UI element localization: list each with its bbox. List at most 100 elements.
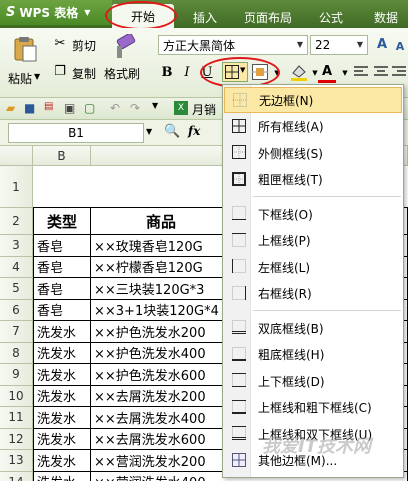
pdf-icon[interactable]: ▤ bbox=[44, 101, 53, 112]
paste-button[interactable]: 粘贴 ▼ bbox=[6, 34, 44, 88]
font-size-select[interactable]: 22 ▼ bbox=[310, 35, 368, 55]
copy-button[interactable]: 复制 bbox=[72, 65, 96, 82]
tab-formulas[interactable]: 公式 bbox=[308, 6, 354, 28]
row-header[interactable]: 14 bbox=[0, 471, 33, 481]
row-header[interactable]: 6 bbox=[0, 299, 33, 321]
cell-type[interactable]: 香皂 bbox=[33, 278, 91, 300]
menu-item-top-thick-bottom-border[interactable]: 上框线和粗下框线(C) bbox=[224, 395, 402, 421]
menu-item-label: 粗匣框线(T) bbox=[258, 173, 323, 187]
save-icon[interactable]: ■ bbox=[24, 101, 35, 115]
outside-borders-icon bbox=[232, 145, 246, 159]
menu-item-outside-borders[interactable]: 外侧框线(S) bbox=[224, 140, 402, 166]
cut-button[interactable]: 剪切 bbox=[72, 37, 96, 54]
menu-item-top-bottom-border[interactable]: 上下框线(D) bbox=[224, 368, 402, 394]
redo-icon[interactable]: ↷ bbox=[130, 101, 140, 115]
cell-type[interactable]: 洗发水 bbox=[33, 450, 91, 472]
format-painter-button[interactable]: 格式刷 bbox=[104, 65, 140, 82]
cell-type[interactable]: 香皂 bbox=[33, 256, 91, 278]
menu-item-label: 外侧框线(S) bbox=[258, 146, 323, 161]
menu-item-thick-bottom-border[interactable]: 粗底框线(H) bbox=[224, 342, 402, 368]
tab-data[interactable]: 数据 bbox=[364, 6, 408, 28]
cell-type[interactable]: 洗发水 bbox=[33, 321, 91, 343]
font-color-button[interactable]: A bbox=[318, 64, 336, 83]
cell-type[interactable]: 洗发水 bbox=[33, 428, 91, 450]
title-bar: S WPS 表格 ▼ 开始 插入 页面布局 公式 数据 bbox=[0, 0, 408, 30]
cell-type[interactable]: 洗发水 bbox=[33, 385, 91, 407]
undo-icon[interactable]: ↶ bbox=[110, 101, 120, 115]
menu-item-label: 所有框线(A) bbox=[258, 120, 324, 134]
menu-item-label: 上框线和粗下框线(C) bbox=[258, 401, 372, 415]
row-header[interactable]: 4 bbox=[0, 256, 33, 278]
tab-page-layout[interactable]: 页面布局 bbox=[236, 6, 300, 28]
menu-item-label: 粗底框线(H) bbox=[258, 348, 325, 362]
document-tab-title[interactable]: 月销 bbox=[192, 101, 216, 118]
thick-bottom-border-icon bbox=[232, 346, 246, 361]
menu-item-all-borders[interactable]: 所有框线(A) bbox=[224, 114, 402, 140]
row-header[interactable]: 3 bbox=[0, 235, 33, 257]
row-header[interactable]: 12 bbox=[0, 428, 33, 450]
top-thick-bottom-border-icon bbox=[232, 399, 246, 414]
italic-button[interactable]: I bbox=[178, 64, 196, 82]
copy-icon[interactable]: ❐ bbox=[52, 64, 68, 80]
double-bottom-border-icon bbox=[232, 320, 246, 334]
menu-item-label: 上下框线(D) bbox=[258, 374, 325, 389]
thick-box-border-icon bbox=[232, 171, 246, 186]
print-preview-icon[interactable]: ▢ bbox=[84, 101, 95, 115]
select-all-corner[interactable] bbox=[0, 146, 33, 166]
app-menu-button[interactable]: S WPS 表格 ▼ bbox=[0, 0, 112, 25]
wps-logo-icon: S bbox=[6, 5, 16, 20]
top-double-bottom-border-icon bbox=[232, 426, 246, 440]
shrink-font-icon[interactable]: A bbox=[392, 39, 408, 55]
row-header[interactable]: 10 bbox=[0, 385, 33, 407]
app-name: WPS 表格 bbox=[19, 6, 79, 20]
scissors-icon[interactable]: ✂ bbox=[52, 36, 68, 52]
cell-type[interactable]: 洗发水 bbox=[33, 364, 91, 386]
align-left-icon[interactable] bbox=[354, 66, 368, 78]
row-header[interactable]: 11 bbox=[0, 407, 33, 429]
bold-button[interactable]: B bbox=[158, 64, 176, 82]
row-header[interactable]: 9 bbox=[0, 364, 33, 386]
row-header[interactable]: 1 bbox=[0, 166, 33, 208]
row-header[interactable]: 7 bbox=[0, 321, 33, 343]
row-header[interactable]: 8 bbox=[0, 342, 33, 364]
menu-item-top-border[interactable]: 上框线(P) bbox=[224, 228, 402, 254]
align-right-icon[interactable] bbox=[392, 66, 406, 78]
header-cell-type[interactable]: 类型 bbox=[33, 208, 91, 235]
chevron-down-icon[interactable]: ▼ bbox=[152, 101, 158, 110]
row-header[interactable]: 2 bbox=[0, 208, 33, 235]
row-header[interactable]: 5 bbox=[0, 278, 33, 300]
print-icon[interactable]: ▣ bbox=[64, 101, 75, 115]
menu-separator bbox=[253, 196, 401, 197]
paste-icon bbox=[14, 37, 37, 62]
align-center-icon[interactable] bbox=[374, 66, 388, 78]
top-bottom-border-icon bbox=[232, 373, 246, 387]
open-folder-icon[interactable]: ▰ bbox=[6, 101, 15, 115]
zoom-icon[interactable]: 🔍 bbox=[164, 124, 180, 139]
chevron-down-icon[interactable]: ▼ bbox=[336, 64, 354, 82]
borders-dropdown-menu: 无边框(N) 所有框线(A) 外侧框线(S) 粗匣框线(T) 下框线(O) 上框线(P) 左… bbox=[222, 84, 404, 478]
column-header-b[interactable]: B bbox=[33, 146, 91, 166]
menu-item-right-border[interactable]: 右框线(R) bbox=[224, 281, 402, 307]
row-header[interactable]: 13 bbox=[0, 450, 33, 472]
menu-item-bottom-border[interactable]: 下框线(O) bbox=[224, 201, 402, 227]
cell-type[interactable]: 洗发水 bbox=[33, 342, 91, 364]
cell-type[interactable]: 香皂 bbox=[33, 235, 91, 257]
cell-type[interactable]: 香皂 bbox=[33, 299, 91, 321]
cell-type[interactable]: 洗发水 bbox=[33, 471, 91, 481]
menu-item-no-border[interactable]: 无边框(N) bbox=[224, 87, 402, 113]
insert-function-button[interactable]: fx bbox=[188, 124, 200, 138]
font-name-select[interactable]: 方正大黑简体 ▼ bbox=[158, 35, 308, 55]
chevron-down-icon[interactable]: ▼ bbox=[146, 127, 152, 136]
menu-item-label: 双底框线(B) bbox=[258, 321, 324, 336]
tab-insert[interactable]: 插入 bbox=[182, 6, 228, 28]
cell-type[interactable]: 洗发水 bbox=[33, 407, 91, 429]
menu-item-thick-box-border[interactable]: 粗匣框线(T) bbox=[224, 167, 402, 193]
left-border-icon bbox=[232, 259, 246, 273]
menu-item-left-border[interactable]: 左框线(L) bbox=[224, 254, 402, 280]
bottom-border-icon bbox=[232, 206, 246, 220]
menu-item-double-bottom-border[interactable]: 双底框线(B) bbox=[224, 315, 402, 341]
excel-doc-icon: X bbox=[174, 101, 188, 115]
format-painter-icon[interactable] bbox=[112, 34, 138, 60]
grow-font-icon[interactable]: A bbox=[374, 37, 390, 53]
name-box[interactable]: B1 bbox=[8, 123, 144, 143]
